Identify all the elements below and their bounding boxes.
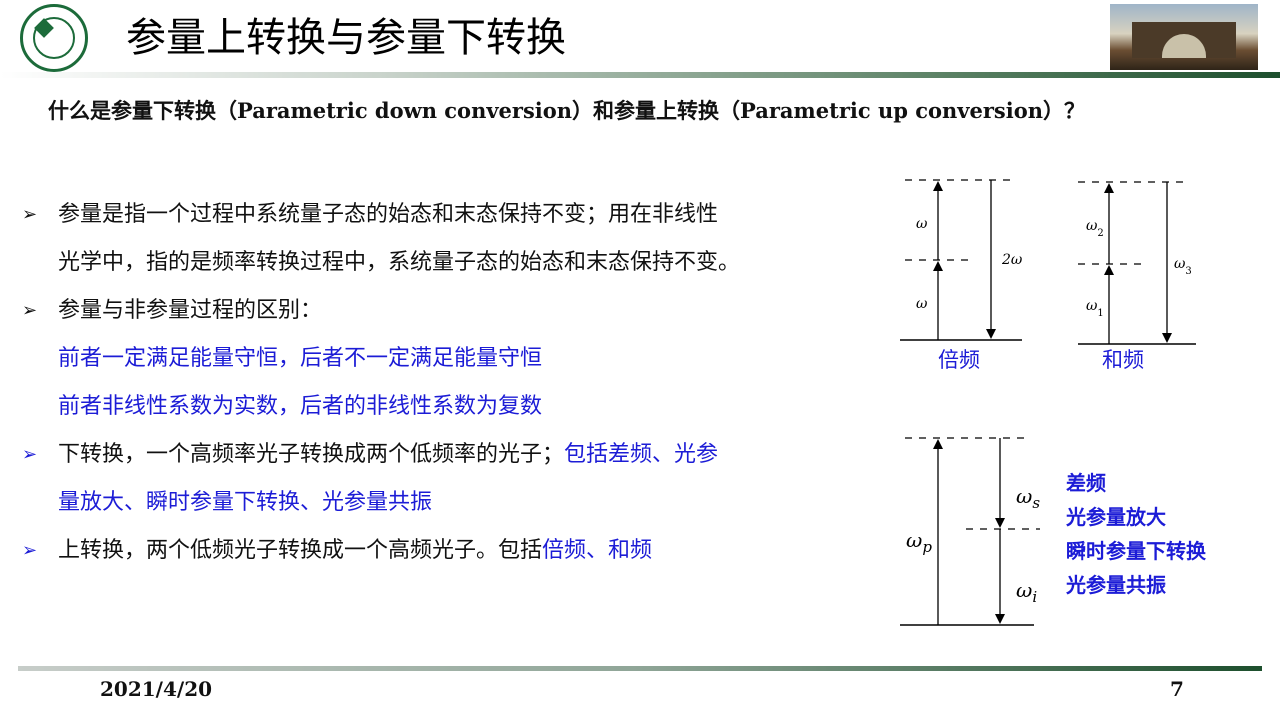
pdc-label-4: 光参量共振	[1065, 573, 1166, 597]
footer-date: 2021/4/20	[100, 677, 213, 701]
shg-label: 倍频	[938, 348, 980, 372]
question-text: 什么是参量下转换（Parametric down conversion）和参量上…	[48, 98, 1085, 123]
header-divider	[0, 72, 1280, 78]
pdc-omega-i: ωi	[1016, 578, 1037, 606]
bullet-3-highlight: 包括差频、光参	[564, 442, 719, 467]
bullet-1-line-1: 参量是指一个过程中系统量子态的始态和末态保持不变；用在非线性	[58, 202, 719, 227]
bullet-4-highlight: 倍频、和频	[542, 538, 653, 563]
bullet-2-sub-2: 前者非线性系数为实数，后者的非线性系数为复数	[58, 394, 543, 419]
campus-gate-photo	[1110, 4, 1258, 70]
bullet-1-line-2: 光学中，指的是频率转换过程中，系统量子态的始态和末态保持不变。	[58, 250, 741, 275]
shg-omega-lower: ω	[916, 296, 928, 312]
page-title: 参量上转换与参量下转换	[126, 15, 566, 61]
bullet-arrow-icon: ➢	[22, 444, 38, 465]
bullet-3-text: 下转换，一个高频率光子转换成两个低频率的光子；	[58, 442, 565, 467]
bullet-4-line-1: 上转换，两个低频光子转换成一个高频光子。包括倍频、和频	[58, 536, 652, 566]
bullet-2-line-1: 参量与非参量过程的区别：	[58, 298, 323, 323]
shg-diagram: ω ω 2ω	[900, 179, 1023, 341]
bullet-2-sub-1: 前者一定满足能量守恒，后者不一定满足能量守恒	[58, 346, 543, 371]
bullet-arrow-icon: ➢	[22, 300, 38, 321]
shg-omega-upper: ω	[916, 216, 928, 232]
bullet-arrow-icon: ➢	[22, 540, 38, 561]
bullet-3-line-2: 量放大、瞬时参量下转换、光参量共振	[58, 490, 433, 515]
energy-level-diagrams: ω ω 2ω ω2 ω1 ω3 ωp ωs ωi 倍频 和频 差频 光参量放大 …	[900, 179, 1207, 626]
bullet-4-text: 上转换，两个低频光子转换成一个高频光子。包括	[58, 538, 543, 563]
pdc-label-1: 差频	[1066, 471, 1106, 495]
sfg-diagram: ω2 ω1 ω3	[1078, 181, 1196, 345]
page-number: 7	[1170, 677, 1184, 701]
pdc-label-2: 光参量放大	[1065, 505, 1166, 529]
pdc-label-3: 瞬时参量下转换	[1066, 539, 1207, 563]
pdc-omega-s: ωs	[1016, 484, 1040, 512]
sfg-omega-3: ω3	[1174, 256, 1192, 277]
footer-divider	[18, 666, 1262, 671]
sfg-label: 和频	[1102, 348, 1144, 372]
pdc-omega-p: ωp	[906, 528, 932, 556]
bullet-arrow-icon: ➢	[22, 204, 38, 225]
pdc-diagram: ωp ωs ωi	[900, 437, 1040, 626]
shg-omega-total: 2ω	[1001, 252, 1023, 268]
university-logo-icon	[20, 4, 88, 72]
sfg-omega-1: ω1	[1086, 298, 1104, 319]
bullet-3-line-1: 下转换，一个高频率光子转换成两个低频率的光子；包括差频、光参	[58, 440, 718, 470]
sfg-omega-2: ω2	[1086, 218, 1104, 239]
